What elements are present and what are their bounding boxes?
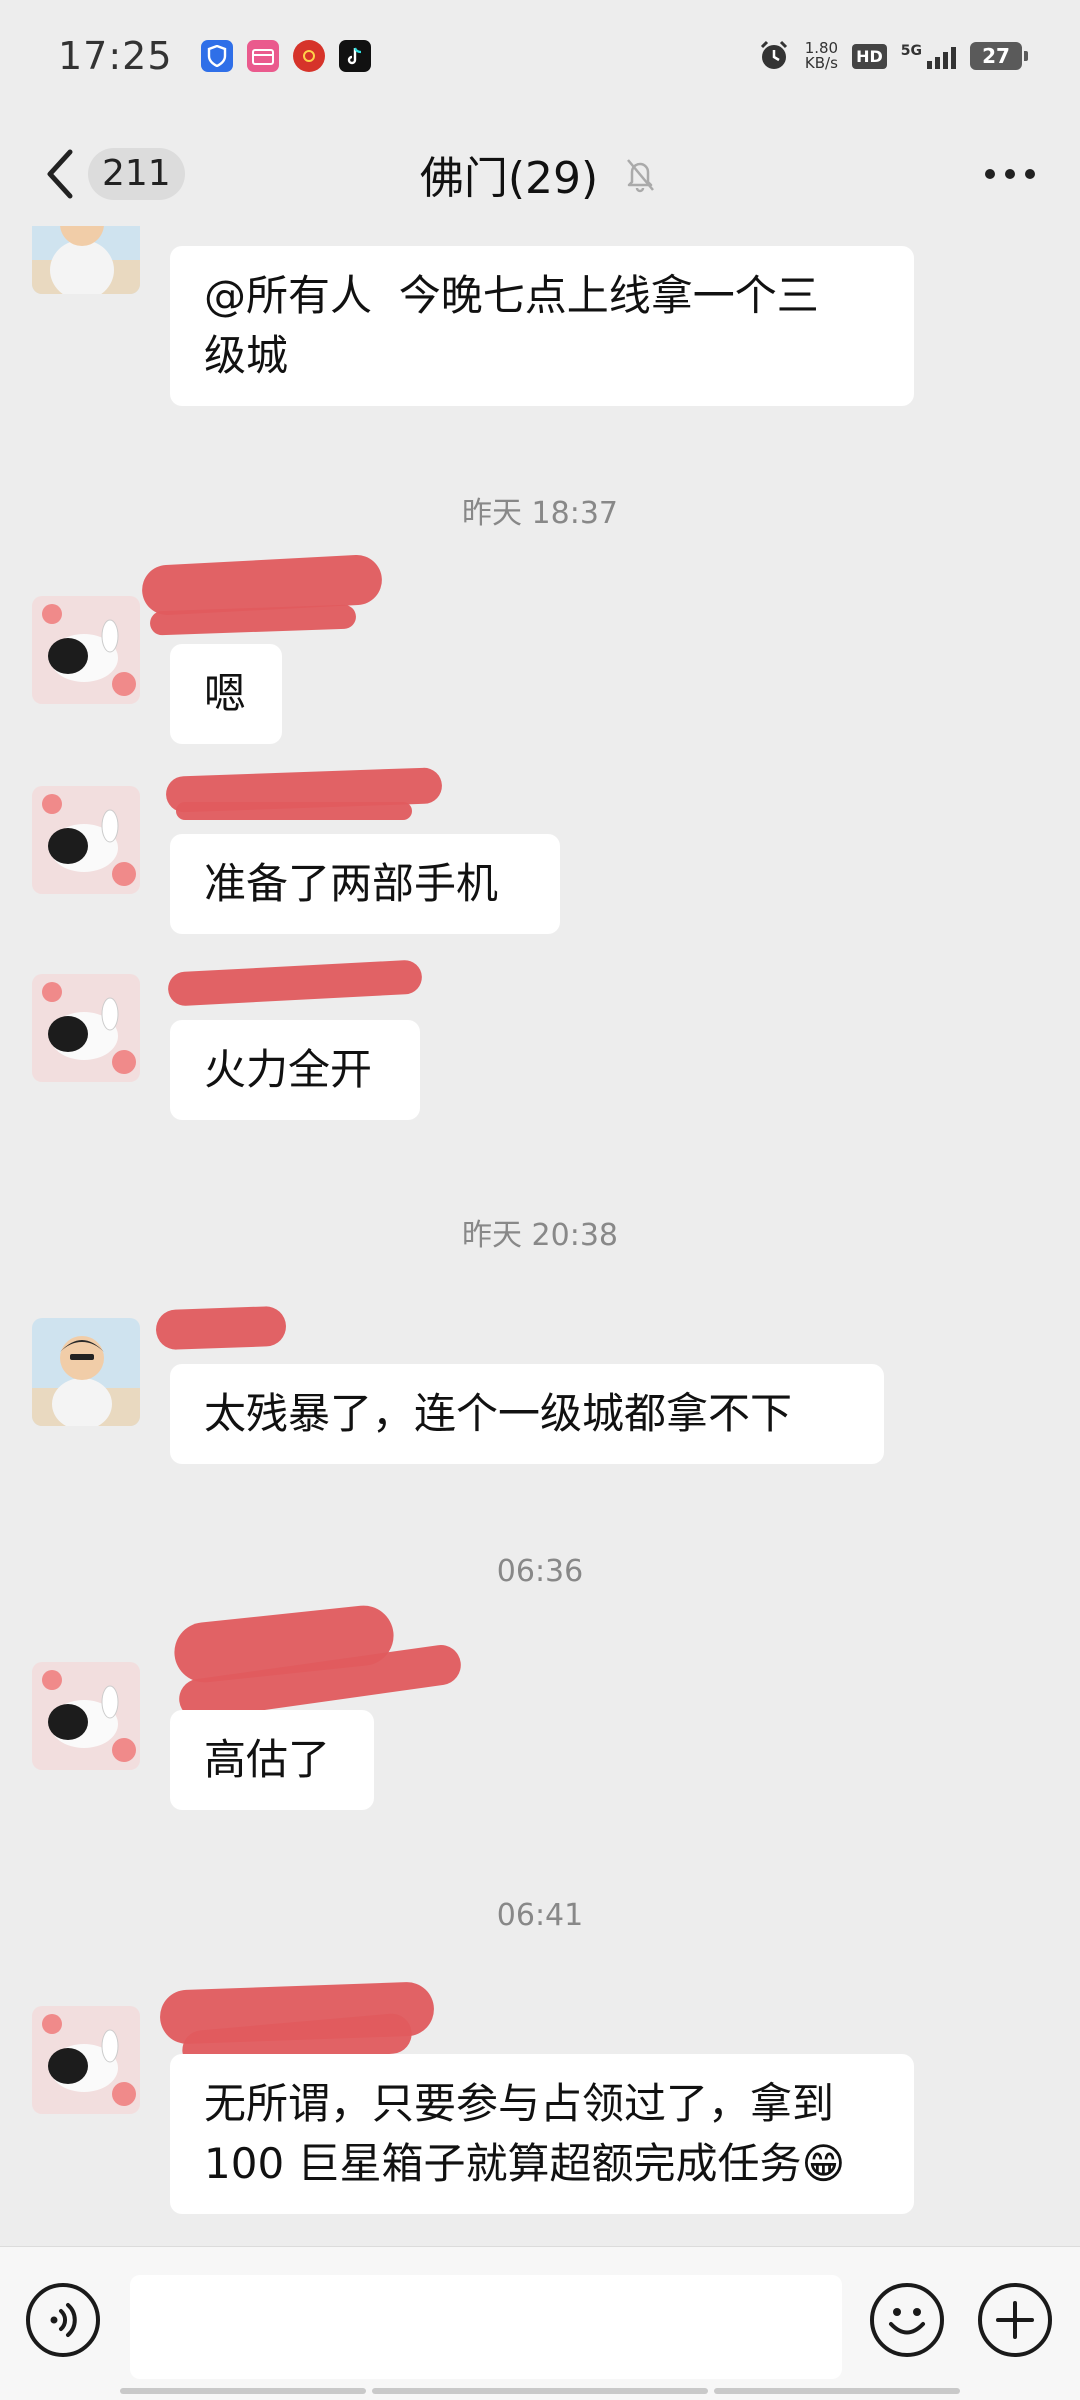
tiktok-app-icon <box>338 40 371 72</box>
net-speed: 1.80 KB/s <box>805 41 838 71</box>
timestamp: 昨天 20:38 <box>462 1218 618 1253</box>
bell-off-icon <box>627 159 655 193</box>
redaction-mark <box>176 802 412 820</box>
message-bubble[interactable]: 火力全开 <box>170 1020 420 1120</box>
more-button[interactable] <box>980 154 1040 194</box>
message-row: @所有人 今晚七点上线拿一个三 级城 <box>32 200 932 420</box>
timestamp: 昨天 18:37 <box>462 496 618 531</box>
message-input[interactable] <box>130 2275 842 2379</box>
avatar[interactable] <box>32 786 140 894</box>
chat-title[interactable]: 佛门(29) <box>420 142 598 206</box>
timestamp: 06:41 <box>496 1898 584 1933</box>
timestamp: 06:36 <box>496 1554 584 1589</box>
message-row: 嗯 <box>32 553 932 752</box>
alarm-icon <box>760 40 787 69</box>
message-bubble[interactable]: 无所谓，只要参与占领过了，拿到 100 巨星箱子就算超额完成任务😁 <box>170 2054 914 2214</box>
emoji-icon <box>889 2308 925 2335</box>
status-app-icons <box>200 40 371 72</box>
add-button[interactable] <box>978 2283 1052 2357</box>
redaction-mark <box>167 959 423 1007</box>
voice-icon <box>50 2303 77 2337</box>
message-row: 无所谓，只要参与占领过了，拿到 100 巨星箱子就算超额完成任务😁 <box>32 1981 932 2222</box>
nav-indicator <box>714 2388 960 2394</box>
avatar[interactable] <box>32 1662 140 1770</box>
battery-icon: 27 <box>970 42 1028 70</box>
shield-app-icon <box>200 40 233 72</box>
avatar[interactable] <box>32 2006 140 2114</box>
avatar[interactable] <box>32 596 140 704</box>
voice-button[interactable] <box>26 2283 100 2357</box>
avatar[interactable] <box>32 1318 140 1426</box>
net-speed-unit: KB/s <box>804 54 838 72</box>
message-row: 高估了 <box>32 1602 932 1818</box>
message-row: 火力全开 <box>32 959 932 1130</box>
redaction-mark <box>155 1305 287 1351</box>
status-time: 17:25 <box>58 34 173 78</box>
message-bubble[interactable]: @所有人 今晚七点上线拿一个三 级城 <box>170 246 914 406</box>
emoji-button[interactable] <box>870 2283 944 2357</box>
more-horizontal-icon <box>985 169 1035 179</box>
network-label: 5G <box>900 43 922 59</box>
plus-icon <box>996 2301 1034 2339</box>
status-bar: 17:25 1.80 KB/s HD 5G 27 <box>0 0 1080 112</box>
status-right: 1.80 KB/s HD 5G 27 <box>757 39 1028 73</box>
calendar-app-icon <box>246 40 279 72</box>
input-bar <box>0 2246 1080 2400</box>
message-bubble[interactable]: 太残暴了，连个一级城都拿不下 <box>170 1364 884 1464</box>
signal-icon: 5G <box>901 43 956 69</box>
message-bubble[interactable]: 嗯 <box>170 644 282 744</box>
message-row: 太残暴了，连个一级城都拿不下 <box>32 1305 932 1474</box>
avatar[interactable] <box>32 226 140 294</box>
message-row: 准备了两部手机 <box>32 767 932 942</box>
nav-indicator <box>372 2388 708 2394</box>
message-bubble[interactable]: 准备了两部手机 <box>170 834 560 934</box>
hd-badge: HD <box>852 43 887 69</box>
avatar[interactable] <box>32 974 140 1082</box>
nav-indicator <box>120 2388 366 2394</box>
message-bubble[interactable]: 高估了 <box>170 1710 374 1810</box>
red-app-icon <box>292 40 325 72</box>
